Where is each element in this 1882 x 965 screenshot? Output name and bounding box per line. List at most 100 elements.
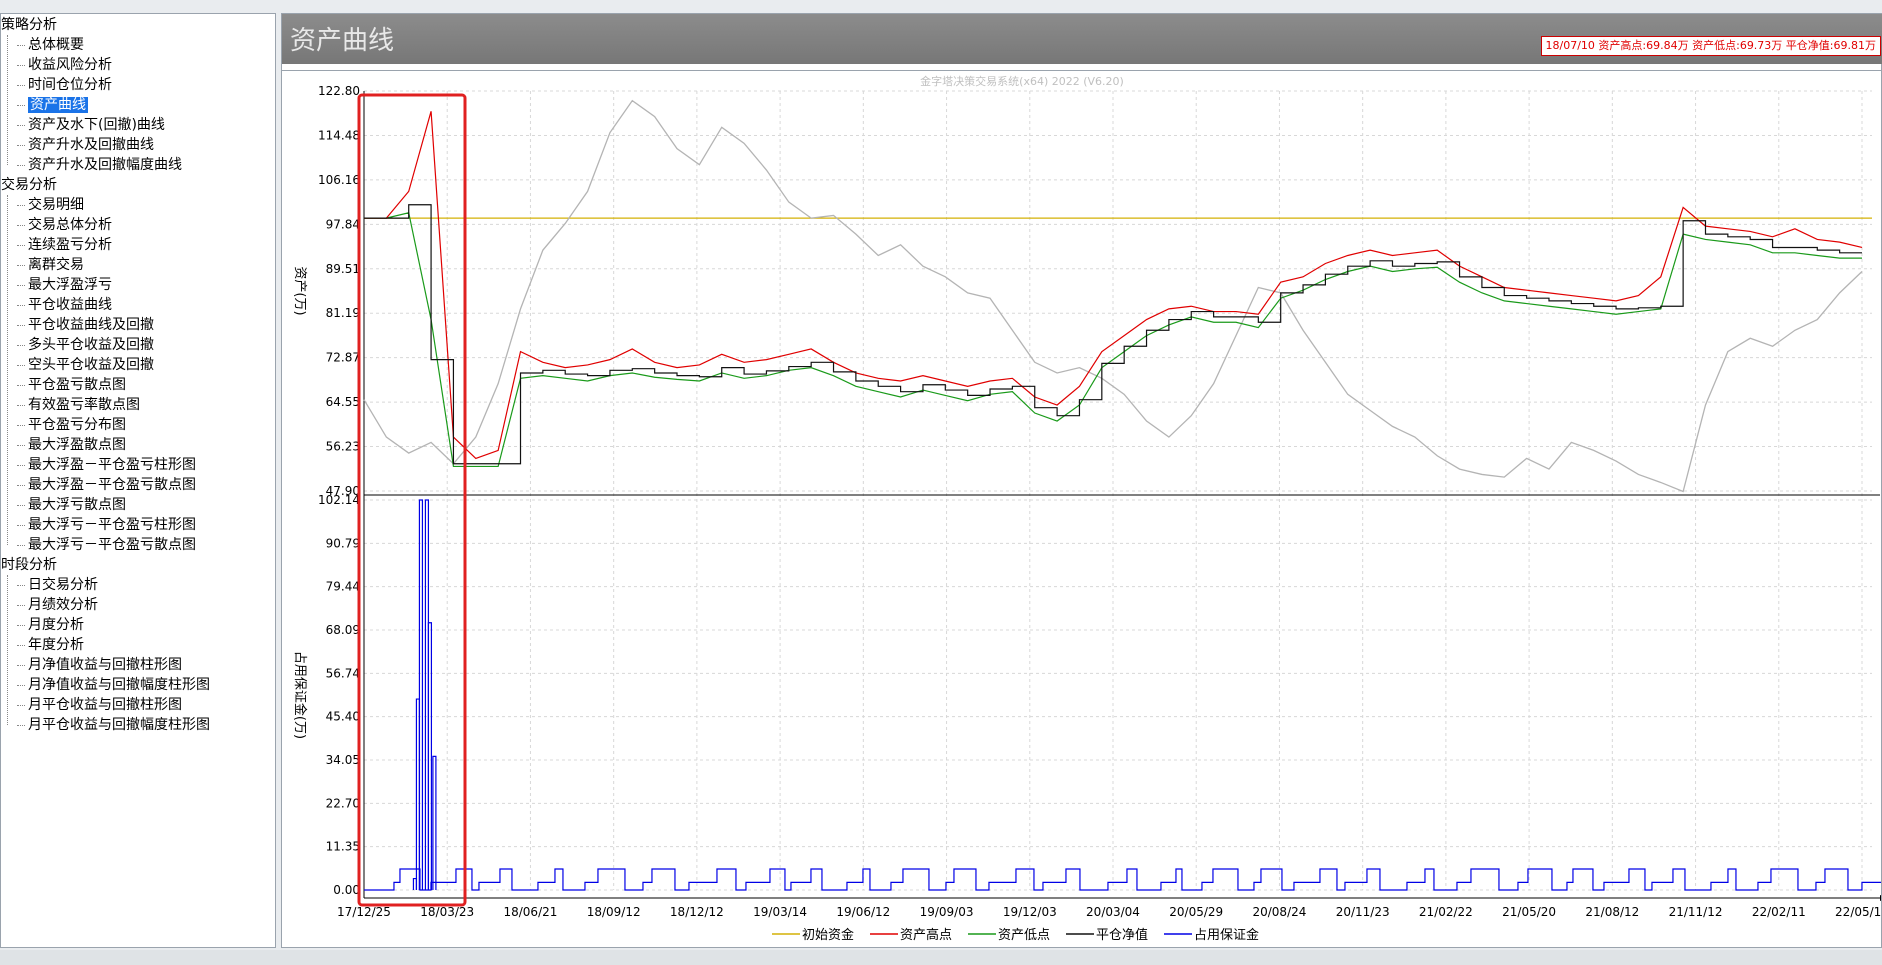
tree-item-label: 空头平仓收益及回撤: [28, 357, 154, 373]
margin-spike: [432, 755, 437, 890]
tree-branch-line: [17, 164, 25, 166]
tree-item-label: 月净值收益与回撤柱形图: [28, 657, 182, 673]
margin-spike: [418, 499, 424, 890]
tree-item-label: 最大浮盈－平仓盈亏散点图: [28, 477, 196, 493]
page-title: 资产曲线: [290, 26, 395, 56]
tree-branch-line: [17, 624, 25, 626]
y-tick-label: 102.14: [318, 493, 360, 507]
x-tick-label: 22/05/11: [1835, 905, 1881, 919]
tree-branch-line: [17, 204, 25, 206]
tree-item[interactable]: 月平仓收益与回撤柱形图: [17, 695, 182, 715]
legend-label: 占用保证金: [1194, 927, 1259, 943]
tree-item[interactable]: 多头平仓收益及回撤: [17, 335, 154, 355]
y-tick-label: 34.05: [326, 753, 360, 767]
tree-item-label: 最大浮亏－平仓盈亏柱形图: [28, 517, 196, 533]
tree-item[interactable]: 月净值收益与回撤柱形图: [17, 655, 182, 675]
tree-item[interactable]: 年度分析: [17, 635, 84, 655]
tree-item-label: 资产及水下(回撤)曲线: [28, 117, 165, 133]
tree-item[interactable]: 最大浮盈－平仓盈亏柱形图: [17, 455, 196, 475]
tree-item[interactable]: 最大浮亏－平仓盈亏散点图: [17, 535, 196, 555]
chart-frame: 金字塔决策交易系统(x64) 2022 (V6.20) 122.80 114.48 1…: [282, 70, 1882, 950]
y-tick-label: 11.35: [326, 840, 360, 854]
tree-item[interactable]: 最大浮亏散点图: [17, 495, 126, 515]
tree-branch-line: [17, 344, 25, 346]
tree-group-2[interactable]: 时段分析: [1, 555, 57, 575]
asset-curve-chart[interactable]: 金字塔决策交易系统(x64) 2022 (V6.20) 122.80 114.48 1…: [282, 71, 1882, 949]
tree-item[interactable]: 交易总体分析: [17, 215, 112, 235]
tree-item-label: 月绩效分析: [28, 597, 98, 613]
tree-item[interactable]: 最大浮盈浮亏: [17, 275, 112, 295]
tree-item-label: 收益风险分析: [28, 57, 112, 73]
tree-item[interactable]: 平仓盈亏散点图: [17, 375, 126, 395]
tree-item-label: 交易总体分析: [28, 217, 112, 233]
tree-item-label: 连续盈亏分析: [28, 237, 112, 253]
tree-item-label: 最大浮盈－平仓盈亏柱形图: [28, 457, 196, 473]
tree-item-label: 最大浮盈散点图: [28, 437, 126, 453]
margin-baseline: [364, 868, 1882, 891]
tree-item[interactable]: 总体概要: [17, 35, 84, 55]
tree-item-label: 平仓收益曲线: [28, 297, 112, 313]
x-tick-label: 20/05/29: [1169, 905, 1223, 919]
tree-item[interactable]: 平仓收益曲线: [17, 295, 112, 315]
tree-branch-line: [17, 84, 25, 86]
legend-label: 平仓净值: [1096, 927, 1148, 943]
tree-item[interactable]: 月净值收益与回撤幅度柱形图: [17, 675, 210, 695]
tree-branch-line: [17, 324, 25, 326]
tree-branch-line: [17, 424, 25, 426]
tree-item[interactable]: 日交易分析: [17, 575, 98, 595]
tree-branch-line: [17, 224, 25, 226]
tree-branch-line: [17, 644, 25, 646]
x-tick-label: 20/11/23: [1336, 905, 1390, 919]
tree-item[interactable]: 资产及水下(回撤)曲线: [17, 115, 165, 135]
tree-item[interactable]: 平仓盈亏分布图: [17, 415, 126, 435]
tree-branch-line: [17, 504, 25, 506]
tree-item[interactable]: 月绩效分析: [17, 595, 98, 615]
tree-group-1[interactable]: 交易分析: [1, 175, 57, 195]
tree-item[interactable]: 资产升水及回撤曲线: [17, 135, 154, 155]
tree-group-0[interactable]: 策略分析: [1, 15, 57, 35]
y-axis-label: 资产(万): [292, 266, 307, 315]
x-tick-label: 19/06/12: [836, 905, 890, 919]
tree-group-label: 交易分析: [1, 177, 57, 193]
tree-branch-line: [17, 584, 25, 586]
tree-group-label: 时段分析: [1, 557, 57, 573]
tree-item[interactable]: 月平仓收益与回撤幅度柱形图: [17, 715, 210, 735]
tree-branch-line: [17, 684, 25, 686]
tree-item[interactable]: 连续盈亏分析: [17, 235, 112, 255]
tree-item[interactable]: 有效盈亏率散点图: [17, 395, 140, 415]
tree-item-label: 资产升水及回撤曲线: [28, 137, 154, 153]
tree-branch-line: [17, 144, 25, 146]
tree-item[interactable]: 离群交易: [17, 255, 84, 275]
y-tick-label: 72.87: [326, 351, 360, 365]
tree-item[interactable]: 平仓收益曲线及回撤: [17, 315, 154, 335]
tree-item[interactable]: 收益风险分析: [17, 55, 112, 75]
tree-item[interactable]: 最大浮盈散点图: [17, 435, 126, 455]
x-tick-label: 22/02/11: [1752, 905, 1806, 919]
margin-spike: [427, 622, 433, 890]
tree-guide-line: [7, 195, 8, 545]
tree-item[interactable]: 最大浮盈－平仓盈亏散点图: [17, 475, 196, 495]
x-tick-label: 18/03/23: [420, 905, 474, 919]
x-tick-label: 20/08/24: [1252, 905, 1306, 919]
tree-item[interactable]: 时间仓位分析: [17, 75, 112, 95]
tree-item[interactable]: 月度分析: [17, 615, 84, 635]
info-readout: 18/07/10 资产高点:69.84万 资产低点:69.73万 平仓净值:69…: [1540, 36, 1881, 56]
watermark-text: 金字塔决策交易系统(x64) 2022 (V6.20): [920, 74, 1124, 88]
y-tick-label: 22.70: [326, 796, 360, 810]
tree-item[interactable]: 最大浮亏－平仓盈亏柱形图: [17, 515, 196, 535]
x-tick-label: 21/05/20: [1502, 905, 1556, 919]
y-tick-label: 81.19: [326, 306, 360, 320]
tree-item-label: 资产升水及回撤幅度曲线: [28, 157, 182, 173]
main-panel: 资产曲线 18/07/10 资产高点:69.84万 资产低点:69.73万 平仓…: [281, 13, 1882, 948]
x-tick-label: 19/09/03: [920, 905, 974, 919]
tree-item-label: 月平仓收益与回撤幅度柱形图: [28, 717, 210, 733]
tree-item-label: 交易明细: [28, 197, 84, 213]
tree-branch-line: [17, 444, 25, 446]
tree-item[interactable]: 交易明细: [17, 195, 84, 215]
tree-item[interactable]: 资产升水及回撤幅度曲线: [17, 155, 182, 175]
tree-item[interactable]: 资产曲线: [17, 95, 88, 115]
tree-group-label: 策略分析: [1, 17, 57, 33]
y-tick-label: 45.40: [326, 710, 360, 724]
tree-item[interactable]: 空头平仓收益及回撤: [17, 355, 154, 375]
tree-branch-line: [17, 524, 25, 526]
